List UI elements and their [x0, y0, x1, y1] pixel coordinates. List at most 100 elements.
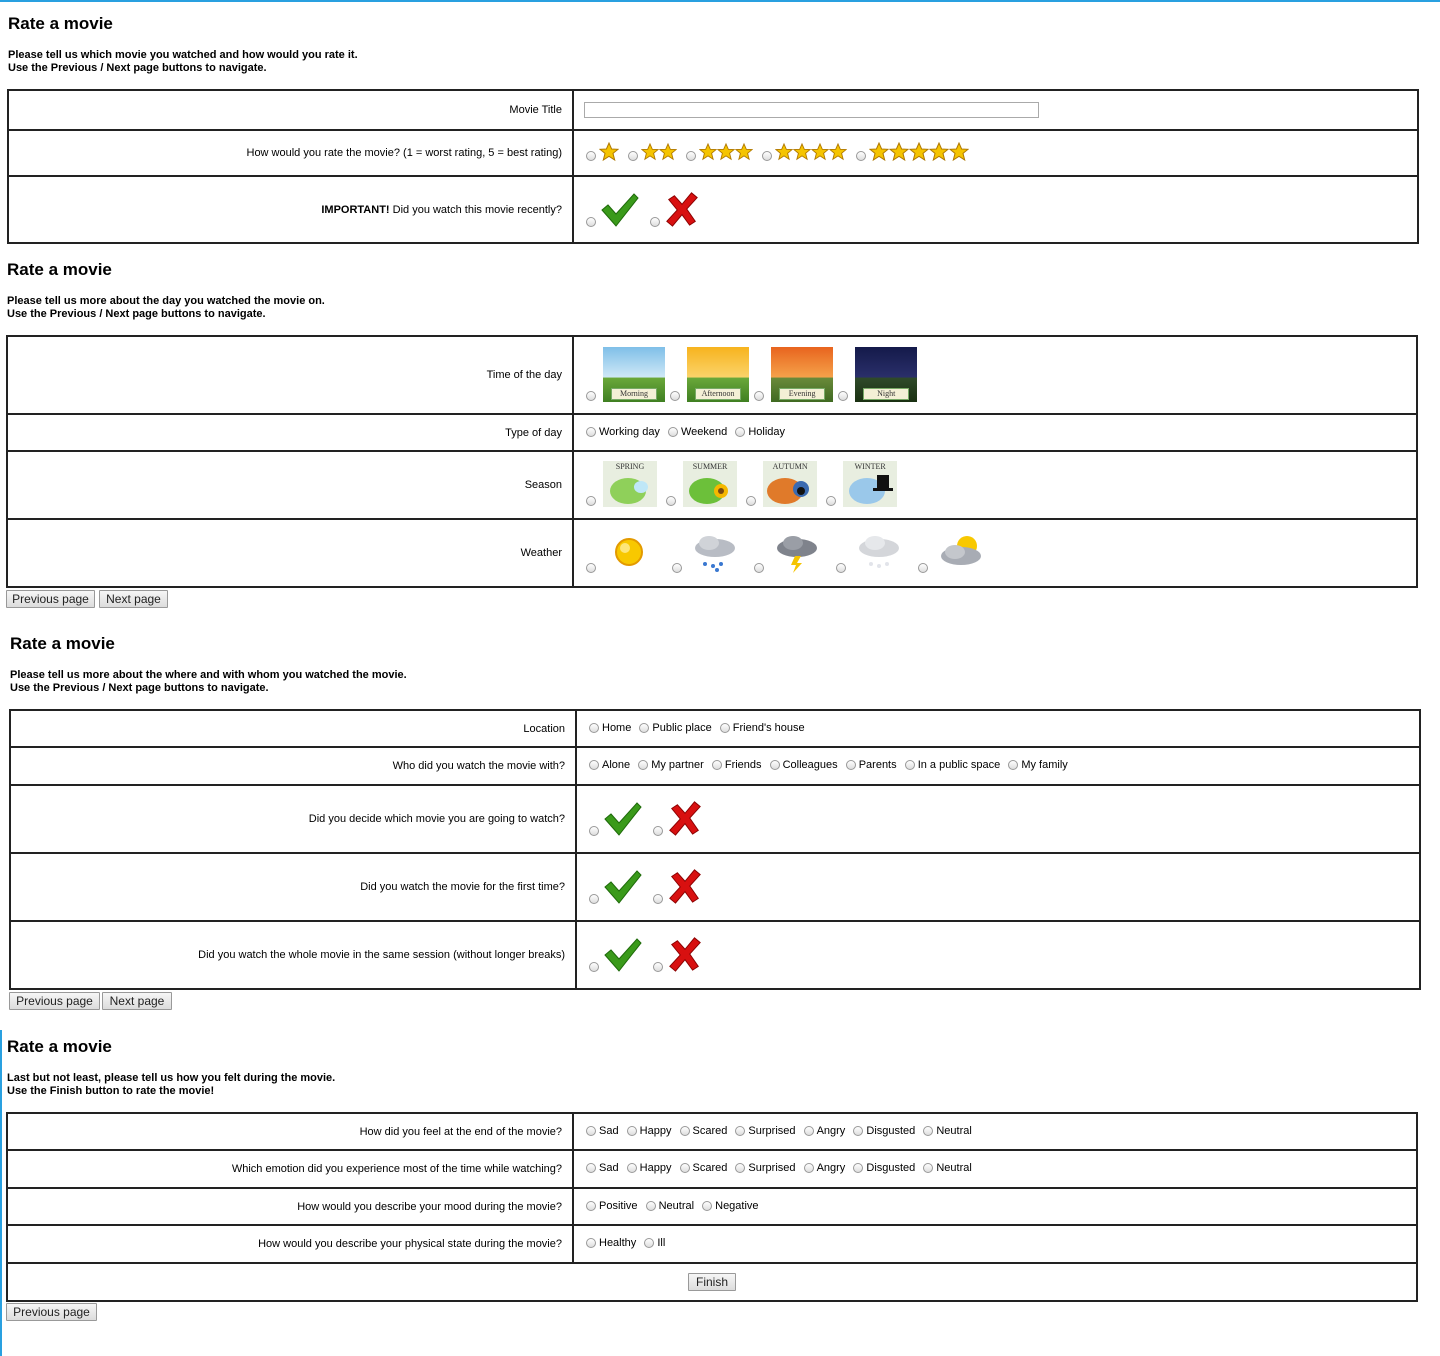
rating-option-3[interactable]	[686, 142, 753, 162]
with-radio[interactable]	[1008, 760, 1019, 770]
previous-page-button[interactable]: Previous page	[6, 590, 95, 608]
daytype-radio[interactable]	[586, 426, 596, 437]
weather-radio[interactable]	[586, 563, 596, 573]
next-page-button[interactable]: Next page	[99, 590, 168, 608]
most-radio[interactable]	[923, 1163, 934, 1173]
most-option-surprised[interactable]: Surprised	[735, 1162, 796, 1174]
with-radio[interactable]	[769, 760, 780, 770]
mood-radio[interactable]	[645, 1200, 656, 1211]
time-option-evening[interactable]: Evening	[754, 346, 834, 402]
mood-option-positive[interactable]: Positive	[586, 1200, 638, 1212]
most-radio[interactable]	[803, 1163, 814, 1173]
location-radio[interactable]	[589, 722, 599, 733]
rating-radio[interactable]	[686, 151, 697, 161]
weather-radio[interactable]	[836, 563, 847, 573]
with-option-parents[interactable]: Parents	[845, 759, 897, 771]
end-option-happy[interactable]: Happy	[626, 1125, 671, 1137]
time-radio[interactable]	[754, 390, 765, 401]
no-radio[interactable]	[653, 826, 664, 836]
end-radio[interactable]	[626, 1125, 637, 1136]
season-option-winter[interactable]: WINTER	[826, 461, 898, 507]
first-time-yes-option[interactable]	[589, 869, 644, 905]
weather-option-sunny[interactable]	[586, 530, 655, 574]
season-radio[interactable]	[586, 496, 596, 506]
daytype-radio[interactable]	[735, 426, 746, 437]
most-radio[interactable]	[626, 1163, 637, 1173]
weather-radio[interactable]	[754, 563, 765, 573]
location-radio[interactable]	[639, 722, 650, 733]
yes-radio[interactable]	[589, 894, 599, 904]
yes-radio[interactable]	[589, 962, 599, 972]
weather-radio[interactable]	[918, 563, 929, 573]
time-option-night[interactable]: Night	[838, 346, 918, 402]
most-option-sad[interactable]: Sad	[586, 1162, 619, 1174]
with-option-public-space[interactable]: In a public space	[904, 759, 1000, 771]
next-page-button[interactable]: Next page	[102, 992, 172, 1010]
with-radio[interactable]	[845, 760, 856, 770]
first-time-no-option[interactable]	[653, 867, 704, 905]
end-radio[interactable]	[803, 1125, 814, 1136]
season-option-spring[interactable]: SPRING	[586, 461, 657, 507]
end-option-scared[interactable]: Scared	[679, 1125, 727, 1137]
recently-no-option[interactable]	[650, 190, 701, 228]
season-radio[interactable]	[826, 496, 837, 506]
with-radio[interactable]	[589, 760, 599, 770]
season-option-autumn[interactable]: AUTUMN	[746, 461, 818, 507]
yes-radio[interactable]	[589, 826, 599, 836]
end-option-disgusted[interactable]: Disgusted	[853, 1125, 915, 1137]
weather-radio[interactable]	[672, 563, 683, 573]
most-option-neutral[interactable]: Neutral	[923, 1162, 972, 1174]
end-option-sad[interactable]: Sad	[586, 1125, 619, 1137]
physical-option-ill[interactable]: Ill	[644, 1237, 665, 1249]
end-radio[interactable]	[853, 1125, 864, 1136]
rating-radio[interactable]	[762, 151, 773, 161]
most-option-disgusted[interactable]: Disgusted	[853, 1162, 915, 1174]
mood-option-negative[interactable]: Negative	[702, 1200, 759, 1212]
most-option-angry[interactable]: Angry	[803, 1162, 845, 1174]
time-radio[interactable]	[838, 390, 849, 401]
location-option-public[interactable]: Public place	[639, 722, 712, 734]
location-option-home[interactable]: Home	[589, 722, 631, 734]
most-radio[interactable]	[586, 1163, 596, 1173]
with-option-friends[interactable]: Friends	[711, 759, 762, 771]
end-option-angry[interactable]: Angry	[803, 1125, 845, 1137]
most-option-scared[interactable]: Scared	[679, 1162, 727, 1174]
end-radio[interactable]	[735, 1125, 746, 1136]
rating-radio[interactable]	[856, 151, 867, 161]
weather-option-partly-cloudy[interactable]	[918, 530, 987, 574]
with-radio[interactable]	[711, 760, 722, 770]
decide-yes-option[interactable]	[589, 801, 644, 837]
yes-radio[interactable]	[586, 216, 596, 227]
recently-yes-option[interactable]	[586, 192, 641, 228]
location-radio[interactable]	[719, 722, 730, 733]
weather-option-rain[interactable]	[672, 530, 741, 574]
end-option-surprised[interactable]: Surprised	[735, 1125, 796, 1137]
time-radio[interactable]	[586, 390, 596, 401]
whole-movie-no-option[interactable]	[653, 935, 704, 973]
weather-option-snow[interactable]	[836, 530, 905, 574]
no-radio[interactable]	[653, 894, 664, 904]
time-option-afternoon[interactable]: Afternoon	[670, 346, 750, 402]
rating-option-5[interactable]	[856, 142, 969, 162]
daytype-option-holiday[interactable]: Holiday	[735, 426, 785, 438]
movie-title-input[interactable]	[584, 102, 1039, 118]
most-option-happy[interactable]: Happy	[626, 1162, 671, 1174]
previous-page-button[interactable]: Previous page	[9, 992, 100, 1010]
mood-radio[interactable]	[702, 1200, 713, 1211]
with-option-family[interactable]: My family	[1008, 759, 1068, 771]
season-radio[interactable]	[666, 496, 677, 506]
decide-no-option[interactable]	[653, 799, 704, 837]
weather-option-storm[interactable]	[754, 530, 823, 574]
with-option-colleagues[interactable]: Colleagues	[769, 759, 838, 771]
season-radio[interactable]	[746, 496, 757, 506]
rating-option-4[interactable]	[762, 142, 847, 162]
daytype-radio[interactable]	[668, 426, 678, 437]
most-radio[interactable]	[853, 1163, 864, 1173]
no-radio[interactable]	[650, 216, 661, 227]
no-radio[interactable]	[653, 962, 664, 972]
with-radio[interactable]	[638, 760, 649, 770]
whole-movie-yes-option[interactable]	[589, 937, 644, 973]
time-radio[interactable]	[670, 390, 681, 401]
with-option-alone[interactable]: Alone	[589, 759, 630, 771]
rating-radio[interactable]	[628, 151, 639, 161]
